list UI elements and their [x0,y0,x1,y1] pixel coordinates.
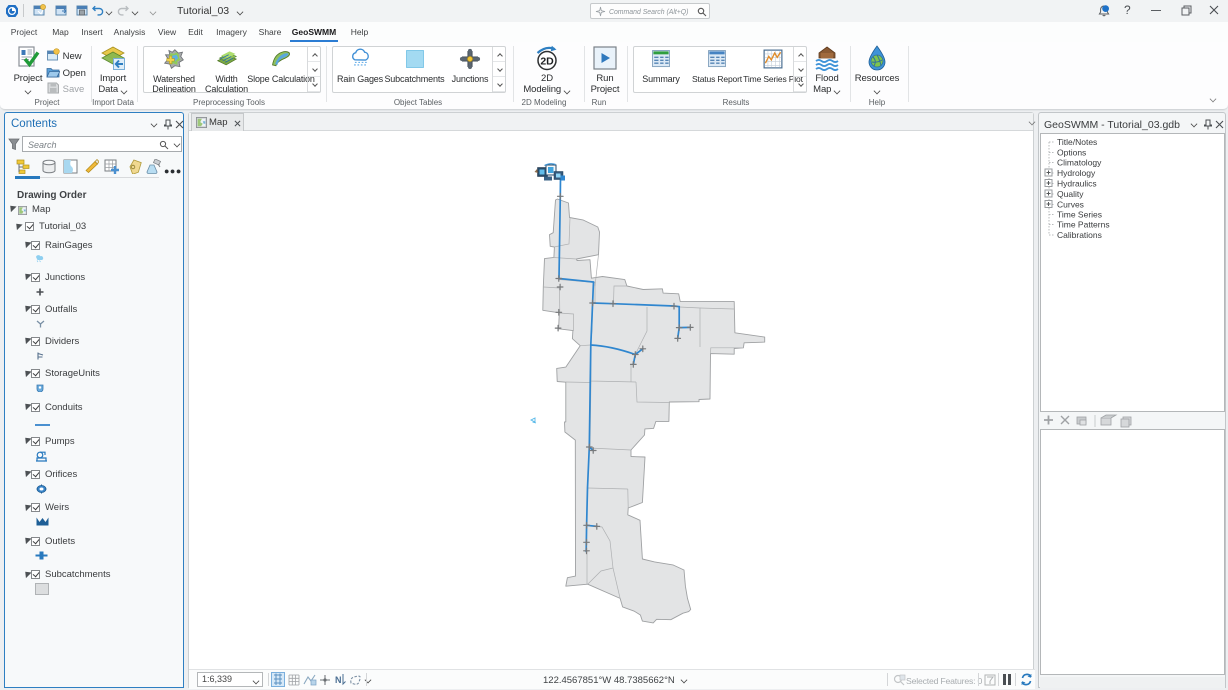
svg-text:Quality: Quality [1057,189,1084,199]
svg-text:Calibrations: Calibrations [1057,230,1102,240]
svg-text:Time Series: Time Series [1057,210,1102,220]
svg-text:Title/Notes: Title/Notes [1057,137,1097,147]
svg-text:Hydrology: Hydrology [1057,168,1096,178]
svg-text:N: N [335,675,342,685]
svg-text:Hydraulics: Hydraulics [1057,179,1097,189]
svg-text:Climatology: Climatology [1057,158,1102,168]
svg-text:Options: Options [1057,148,1086,158]
svg-text:2D: 2D [540,56,554,68]
svg-text:Time Patterns: Time Patterns [1057,220,1110,230]
svg-text:Curves: Curves [1057,200,1084,210]
